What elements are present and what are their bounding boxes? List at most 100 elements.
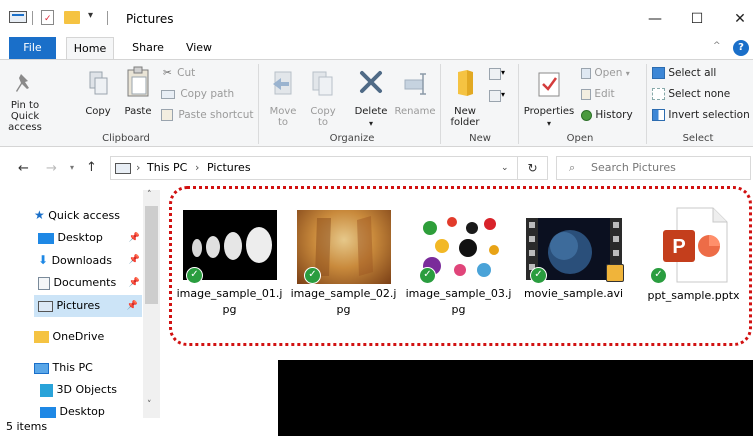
open-group: Properties ▾ Open ▾ Edit History Open [519,60,645,148]
breadcrumb-this-pc[interactable]: This PC [147,161,187,174]
select-none-button[interactable]: Select none [652,88,730,100]
pin-quick-access-label: Pin to Quick access [8,100,42,133]
documents-icon [38,276,50,290]
new-folder-button[interactable]: New folder [445,66,485,132]
recent-locations-icon[interactable]: ▾ [70,163,74,172]
nav-scrollbar[interactable]: ˄ ˅ [143,190,160,418]
pin-icon: 📌 [128,255,140,265]
delete-dropdown-icon[interactable]: ▾ [351,118,391,129]
properties-icon [538,72,560,97]
scroll-thumb[interactable] [145,206,158,304]
properties-button[interactable]: Properties ▾ [521,66,577,132]
close-button[interactable]: ✕ [720,8,753,30]
pin-icon: 📌 [126,301,138,311]
easy-access-icon[interactable] [489,90,501,102]
help-icon[interactable]: ? [733,40,749,56]
pin-quick-access-button[interactable]: Pin to Quick access [2,66,48,133]
copy-to-button[interactable]: Copy to [305,66,341,132]
nav-this-pc[interactable]: This PC [34,357,142,379]
up-arrow-icon[interactable]: ↑ [86,160,97,175]
tab-file[interactable]: File [9,37,56,59]
forward-arrow-icon[interactable]: → [46,161,57,176]
copy-button[interactable]: Copy [80,66,116,132]
desktop-icon [38,232,54,244]
new-group-label: New [469,133,491,144]
annotation-highlight [169,186,752,346]
nav-3d-objects[interactable]: 3D Objects [40,379,142,401]
back-arrow-icon[interactable]: ← [18,161,29,176]
nav-onedrive[interactable]: OneDrive [34,326,142,348]
tab-home[interactable]: Home [66,37,114,60]
open-dropdown-icon[interactable]: ▾ [626,69,630,78]
paste-button[interactable]: Paste [120,66,156,132]
copy-label: Copy [85,106,111,117]
collapse-ribbon-icon[interactable]: ^ [713,41,721,51]
title-bar: ✓ ▾ Pictures — ☐ ✕ [0,0,753,34]
properties-label: Properties [523,106,575,117]
search-input[interactable]: Search Pictures [591,161,676,174]
scissors-icon: ✂ [163,67,172,79]
cut-button[interactable]: ✂ Cut [163,67,195,79]
select-all-button[interactable]: Select all [652,67,716,79]
open-icon [581,67,591,79]
new-item-dropdown-icon[interactable]: ▾ [501,68,505,77]
search-box[interactable]: ⌕ Search Pictures [556,156,751,180]
address-bar[interactable]: › This PC › Pictures ⌄ [110,156,518,180]
properties-qat-icon[interactable]: ✓ [41,10,54,25]
refresh-button[interactable]: ↻ [518,156,548,180]
pin-icon: 📌 [128,233,140,243]
nav-pictures[interactable]: Pictures 📌 [34,295,142,317]
easy-access-dropdown-icon[interactable]: ▾ [501,90,505,99]
nav-downloads[interactable]: ⬇ Downloads 📌 [38,249,140,271]
minimize-button[interactable]: — [635,8,675,30]
edit-icon [581,88,591,100]
copy-path-button[interactable]: Copy path [161,88,234,100]
scroll-up-icon[interactable]: ˄ [147,190,152,200]
delete-button[interactable]: Delete ▾ [351,66,391,132]
new-folder-qat-icon[interactable] [64,11,80,24]
history-button[interactable]: History [581,109,633,121]
nav-desktop[interactable]: Desktop 📌 [38,227,140,249]
history-icon [581,109,592,121]
open-button[interactable]: Open ▾ [581,67,630,79]
copy-icon [89,71,108,95]
rename-label: Rename [394,106,436,117]
rename-button[interactable]: Rename [393,66,437,132]
window-icon[interactable] [9,11,27,23]
breadcrumb-pictures[interactable]: Pictures [207,161,251,174]
desktop-icon [40,406,56,418]
clipboard-group: Pin to Quick access Copy Paste ✂ Cut Cop… [0,60,254,148]
move-to-button[interactable]: Move to [263,66,303,132]
paste-shortcut-button[interactable]: Paste shortcut [161,109,254,121]
move-to-label: Move to [269,106,297,128]
delete-label: Delete [354,106,388,117]
copy-to-icon [312,71,333,96]
scroll-down-icon[interactable]: ˅ [147,400,152,410]
new-item-icon[interactable] [489,68,501,80]
paste-icon [127,66,149,97]
qat-dropdown-icon[interactable]: ▾ [88,10,93,21]
folder-icon [34,331,49,343]
pin-icon: 📌 [128,278,140,288]
breadcrumb-separator: › [195,161,200,174]
move-to-icon [273,71,292,95]
properties-dropdown-icon[interactable]: ▾ [521,118,577,129]
nav-documents[interactable]: Documents 📌 [38,272,140,294]
tab-view[interactable]: View [180,37,218,59]
select-none-icon [652,88,665,100]
nav-quick-access[interactable]: ★ Quick access [34,204,142,226]
edit-button[interactable]: Edit [581,88,615,100]
new-folder-label: New folder [450,106,480,128]
maximize-button[interactable]: ☐ [677,8,717,30]
copy-path-icon [161,89,175,99]
invert-selection-button[interactable]: Invert selection [652,109,750,121]
ribbon-tabs: File Home Share View ^ ? [0,37,753,60]
organize-group: Move to Copy to Delete ▾ Rename Organize [259,60,439,148]
address-dropdown-icon[interactable]: ⌄ [501,163,509,173]
address-row: ← → ▾ ↑ › This PC › Pictures ⌄ ↻ ⌕ Searc… [0,152,753,186]
status-bar: 5 items [0,418,160,436]
clipboard-group-label: Clipboard [102,133,150,144]
pin-icon [16,74,29,92]
tab-share[interactable]: Share [125,37,171,59]
nav-desktop-pc[interactable]: Desktop [40,401,142,418]
